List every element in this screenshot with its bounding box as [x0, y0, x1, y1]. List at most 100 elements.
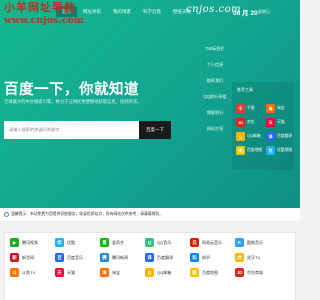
tools-panel: 推荐工具 千千图淘淘宝 JD 京东天天猫 Q QQ邮箱译百度翻译图百度地图优优酷视频: [232, 82, 294, 170]
site-item[interactable]: 优优酷: [55, 237, 100, 248]
side-link-points[interactable]: 博客积分: [202, 110, 228, 126]
side-link-contact[interactable]: 联系我们: [202, 78, 228, 94]
site-item-label: 新华网: [22, 254, 34, 260]
search-input[interactable]: 请输入搜索的关键词关键字: [4, 121, 139, 139]
site-icon: K: [235, 238, 244, 247]
search-button[interactable]: 百度一下: [139, 121, 171, 139]
sites-grid: ▶ 腾讯视频优优酷爱爱奇艺 Q QQ音乐云网易云音乐 K 酷狗音乐新新华网百百度音乐腾腾讯…: [10, 237, 280, 278]
site-item[interactable]: JD 京东商城: [235, 267, 280, 278]
tool-item[interactable]: 千千图: [236, 104, 264, 113]
tool-item[interactable]: JD 京东: [236, 118, 264, 127]
site-item[interactable]: 淘淘宝: [100, 267, 145, 278]
site-item[interactable]: 腾腾讯新闻: [100, 252, 145, 263]
tool-item[interactable]: 优优酷视频: [266, 146, 294, 155]
baidu-translate-icon: 译: [266, 132, 275, 141]
site-icon: 知: [190, 253, 199, 262]
site-icon: 斗: [10, 268, 19, 277]
site-icon: 百: [55, 253, 64, 262]
tool-item-label: 优酷视频: [277, 148, 293, 152]
notice-bar: 温馨提示：本站免费为您提供导航服务，收录优质站点，所有网站仅供参考，请谨慎辨别。: [0, 208, 300, 222]
site-item[interactable]: 爱爱奇艺: [100, 237, 145, 248]
watermark-name: 小羊网址导航: [4, 1, 76, 14]
site-icon: JD: [235, 268, 244, 277]
nav-item-blog[interactable]: 我的博客: [107, 6, 137, 17]
weekday-display: 星期日: [258, 9, 270, 14]
site-item[interactable]: 天天猫: [55, 267, 100, 278]
site-item[interactable]: 百百度音乐: [55, 252, 100, 263]
tools-panel-title: 推荐工具: [237, 87, 253, 92]
site-item-label: QQ音乐: [157, 239, 172, 245]
info-icon: [4, 212, 9, 217]
site-item-label: 知乎: [202, 254, 210, 260]
side-links: Tab标签栏 个人信息 联系我们 QQ群分享组 博客积分 网站介绍: [202, 46, 228, 142]
site-item-label: 爱奇艺: [112, 239, 124, 245]
jd-icon: JD: [236, 118, 245, 127]
tool-item-label: 百度翻译: [277, 134, 293, 138]
tool-item-label: QQ邮箱: [247, 134, 261, 138]
site-item[interactable]: Q QQ音乐: [145, 237, 190, 248]
site-icon: 译: [145, 253, 154, 262]
side-link-profile[interactable]: 个人信息: [202, 62, 228, 78]
side-link-tabs[interactable]: Tab标签栏: [202, 46, 228, 62]
site-icon: 腾: [100, 253, 109, 262]
notice-text: 温馨提示：本站免费为您提供导航服务，收录优质站点，所有网站仅供参考，请谨慎辨别。: [11, 212, 163, 216]
taobao-icon: 淘: [266, 104, 275, 113]
hero-banner: 小羊网址导航 www.cnjos.com 首页 网址导航 我的博客 科学云盘 壁…: [0, 0, 300, 208]
site-item[interactable]: K 酷狗音乐: [235, 237, 280, 248]
hero-headline: 百度一下，你就知道: [4, 82, 139, 98]
site-icon: 云: [190, 238, 199, 247]
site-item-label: 百度音乐: [67, 254, 83, 260]
site-item-label: 百度翻译: [157, 254, 173, 260]
tool-item-label: 百度地图: [247, 148, 263, 152]
site-item-label: 百度地图: [202, 269, 218, 275]
site-icon: 爱: [100, 238, 109, 247]
site-item[interactable]: Q QQ邮箱: [145, 267, 190, 278]
tool-item[interactable]: 图百度地图: [236, 146, 264, 155]
tmall-icon: 天: [266, 118, 275, 127]
site-item[interactable]: ▶ 腾讯视频: [10, 237, 55, 248]
watermark-url: www.cnjos.com: [4, 16, 84, 26]
site-icon: 淘: [100, 268, 109, 277]
hero-subtext: 全球最大的中文搜索引擎，致力于让网民更便捷地获取信息，找到所求。: [4, 99, 142, 104]
site-item-label: 优酷: [67, 239, 75, 245]
date-display: 06 月 20: [233, 10, 258, 17]
site-item[interactable]: 虎虎牙TV: [235, 252, 280, 263]
baidu-map-icon: 图: [236, 146, 245, 155]
site-item-label: 网易云音乐: [202, 239, 222, 245]
tools-panel-grid: 千千图淘淘宝 JD 京东天天猫 Q QQ邮箱译百度翻译图百度地图优优酷视频: [236, 104, 294, 155]
site-item-label: 京东商城: [247, 269, 263, 275]
tool-item-label: 京东: [247, 120, 255, 124]
site-item[interactable]: 知知乎: [190, 252, 235, 263]
site-item[interactable]: 云网易云音乐: [190, 237, 235, 248]
tool-item[interactable]: Q QQ邮箱: [236, 132, 264, 141]
qian-icon: 千: [236, 104, 245, 113]
site-icon: Q: [145, 238, 154, 247]
site-icon: 虎: [235, 253, 244, 262]
site-item[interactable]: 斗斗鱼TV: [10, 267, 55, 278]
youku-icon: 优: [266, 146, 275, 155]
site-item[interactable]: 图百度地图: [190, 267, 235, 278]
side-link-qq-group[interactable]: QQ群分享组: [202, 94, 228, 110]
site-item-label: 斗鱼TV: [22, 269, 36, 275]
tool-item[interactable]: 淘淘宝: [266, 104, 294, 113]
site-item[interactable]: 译百度翻译: [145, 252, 190, 263]
site-watermark: 小羊网址导航 www.cnjos.com: [4, 2, 84, 26]
site-icon: 图: [190, 268, 199, 277]
tool-item[interactable]: 译百度翻译: [266, 132, 294, 141]
site-item[interactable]: 新新华网: [10, 252, 55, 263]
site-icon: 天: [55, 268, 64, 277]
site-item-label: 腾讯新闻: [112, 254, 128, 260]
side-link-about[interactable]: 网站介绍: [202, 126, 228, 142]
site-item-label: 天猫: [67, 269, 75, 275]
tool-item-label: 淘宝: [277, 106, 285, 110]
site-item-label: QQ邮箱: [157, 269, 172, 275]
site-item-label: 虎牙TV: [247, 254, 261, 260]
site-item-label: 淘宝: [112, 269, 120, 275]
tool-item[interactable]: 天天猫: [266, 118, 294, 127]
site-item-label: 腾讯视频: [22, 239, 38, 245]
site-icon: 新: [10, 253, 19, 262]
site-icon: ▶: [10, 238, 19, 247]
tool-item-label: 千图: [247, 106, 255, 110]
nav-item-cloud[interactable]: 科学云盘: [137, 6, 167, 17]
site-icon: 优: [55, 238, 64, 247]
